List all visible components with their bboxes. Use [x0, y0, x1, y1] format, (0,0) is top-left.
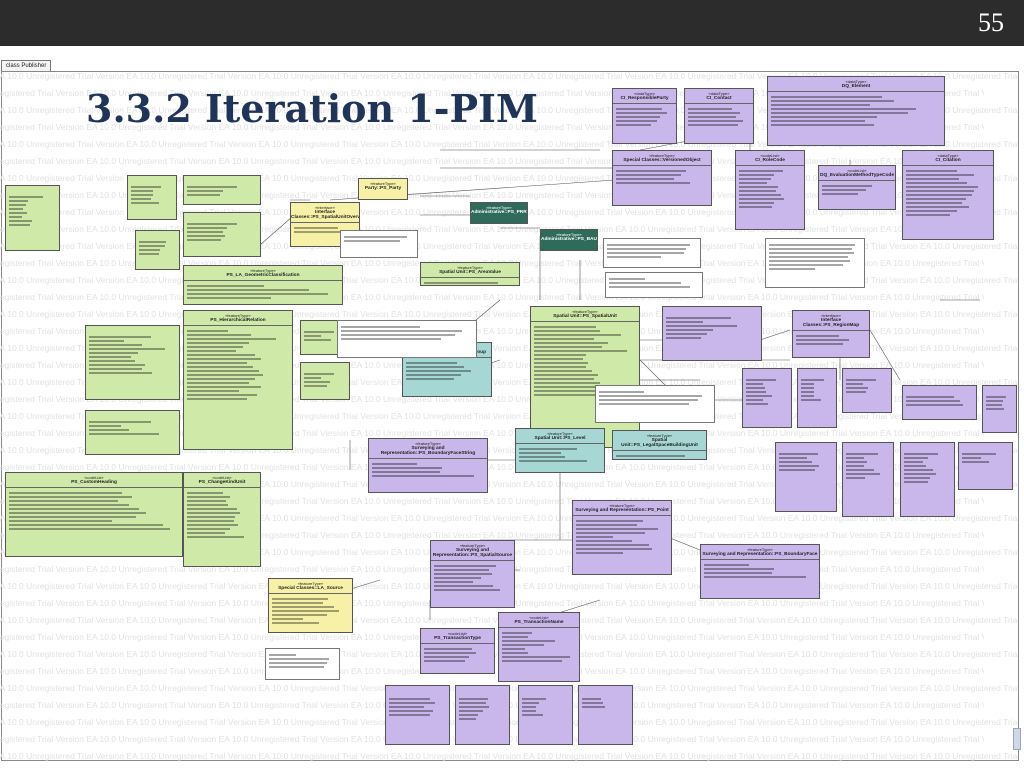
class-box-dq-methodtype: «codeList» DQ_EvaluationMethodTypeCode: [818, 165, 896, 210]
class-box: [797, 368, 837, 428]
class-box: [183, 212, 261, 257]
class-box-admin-prrr: «featureType» Administrative::PS_PRRR: [470, 202, 528, 224]
class-box: [900, 442, 955, 517]
class-box-transaction-name: «codeList» PS_TransactionName: [498, 612, 580, 682]
class-name: Surveying and Representation::PS_Boundar…: [380, 446, 476, 456]
class-name: PS_HierarchicalRelation: [210, 318, 266, 323]
class-box: [135, 230, 180, 270]
class-box: [300, 362, 350, 400]
class-box: [578, 685, 633, 745]
class-name: Interface Classes::PS_SpatialUnitOvervie…: [291, 210, 360, 220]
class-name: Surveying and Representation::PS_Point: [575, 508, 669, 513]
class-box-level: «featureType» Spatial Unit::PS_Level: [515, 428, 605, 473]
class-box-annotation: «featureType» Spatial Unit::PS_AreaValue: [420, 262, 520, 286]
class-box: [385, 685, 450, 745]
diagram-note: [265, 648, 340, 680]
class-name: Surveying and Representation::PS_Spatial…: [432, 548, 513, 558]
class-box: [842, 368, 892, 413]
class-box-party: «featureType» Party::PS_Party: [358, 178, 408, 200]
class-box-admin-baunit: «featureType» Administrative::PS_BAUnit: [540, 229, 598, 251]
class-name: Party::PS_Party: [364, 186, 402, 191]
class-box-regionmap: «interface» Interface Classes::PS_RegionM…: [792, 310, 870, 358]
class-name: Spatial Unit::PS_AreaValue: [439, 270, 501, 275]
diagram-note: [605, 272, 703, 298]
class-box-boundary-face: «featureType» Surveying and Representatio…: [700, 544, 820, 599]
class-name: DQ_EvaluationMethodTypeCode: [819, 173, 894, 178]
class-name: Special Classes::LA_Source: [278, 586, 343, 591]
class-name: CI_RoleCode: [755, 158, 785, 163]
class-box: [183, 175, 261, 205]
class-name: PS_LA_GeometricClassification: [226, 273, 300, 278]
class-name: PS_TransactionName: [514, 620, 564, 625]
class-box: [982, 385, 1017, 433]
class-box: [662, 306, 762, 361]
class-box: [5, 185, 60, 251]
class-box-spatialunit: «featureType» Spatial Unit::PS_SpatialUni…: [530, 306, 640, 448]
class-box-spatialsource: «featureType» Surveying and Representatio…: [430, 540, 515, 608]
class-name: PS_ChangeKindUnit: [198, 480, 246, 485]
class-name: PS_CustomHeading: [71, 480, 117, 485]
class-box-ci-rolecode: «codeList» CI_RoleCode: [735, 150, 805, 230]
class-box-ci-element: «dataType» DQ_Element: [767, 76, 945, 146]
class-name: PS_TransactionType: [434, 636, 481, 641]
class-box-change-kind: «codeList» PS_ChangeKindUnit: [183, 472, 261, 567]
class-box-legalspaceunit: «featureType» Spatial Unit::PS_LegalSpace…: [612, 430, 707, 460]
class-box-hierarchy: «featureType» PS_HierarchicalRelation: [183, 310, 293, 450]
diagram-note: [595, 385, 715, 423]
class-name: Surveying and Representation::PS_Boundar…: [702, 552, 818, 557]
class-name: Interface Classes::PS_RegionMap: [802, 318, 860, 328]
class-box: [127, 175, 177, 220]
class-name: Spatial Unit::PS_Level: [534, 436, 586, 441]
class-box-ci-responsibleparty: «dataType» CI_ResponsibleParty: [612, 88, 677, 144]
class-box: [775, 442, 837, 512]
class-box-versionedobject: «featureType» Special Classes::VersionedO…: [612, 150, 712, 206]
diagram-note: [337, 320, 477, 358]
class-box: [518, 685, 573, 745]
class-box-custom-heading: «codeList» PS_CustomHeading: [5, 472, 183, 557]
class-box-ci-contact: «dataType» CI_Contact: [684, 88, 754, 144]
diagram-note: [765, 238, 865, 288]
slide-scroll-indicator[interactable]: [1013, 728, 1021, 750]
class-name: Administrative::PS_BAUnit: [541, 237, 598, 242]
class-box: [842, 442, 894, 517]
class-box-surveying-point: «featureType» Surveying and Representatio…: [572, 500, 672, 575]
class-box: [85, 410, 180, 455]
class-name: CI_Citation: [935, 158, 961, 163]
class-name: Spatial Unit::PS_SpatialUnit: [553, 314, 617, 319]
class-name: Special Classes::VersionedObject: [623, 158, 701, 163]
class-name: Spatial Unit::PS_LegalSpaceBuildingUnit: [621, 438, 698, 448]
class-box: [902, 385, 977, 420]
class-name: DQ_Element: [841, 84, 871, 89]
diagram-note: [603, 238, 701, 268]
class-box-transaction-type: «codeList» PS_TransactionType: [420, 628, 495, 674]
class-box: [455, 685, 510, 745]
slide: 55 class Publisher EA 10.0 Unregistered …: [0, 0, 1024, 768]
class-box: [85, 325, 180, 400]
class-box-source: «featureType» Special Classes::LA_Source: [268, 578, 353, 633]
class-box-ci-citation: «dataType» CI_Citation: [902, 150, 994, 240]
class-name: CI_ResponsibleParty: [620, 96, 669, 101]
class-box: [958, 442, 1013, 490]
class-box: [742, 368, 792, 428]
slide-title: 3.3.2 Iteration 1-PIM: [86, 86, 538, 131]
class-box-label: «featureType» PS_LA_GeometricClassificati…: [183, 265, 343, 305]
class-box-boundary-face-string: «featureType» Surveying and Representatio…: [368, 438, 488, 493]
class-name: Administrative::PS_PRRR: [471, 210, 528, 215]
diagram-note: [340, 230, 418, 258]
class-name: CI_Contact: [706, 96, 732, 101]
